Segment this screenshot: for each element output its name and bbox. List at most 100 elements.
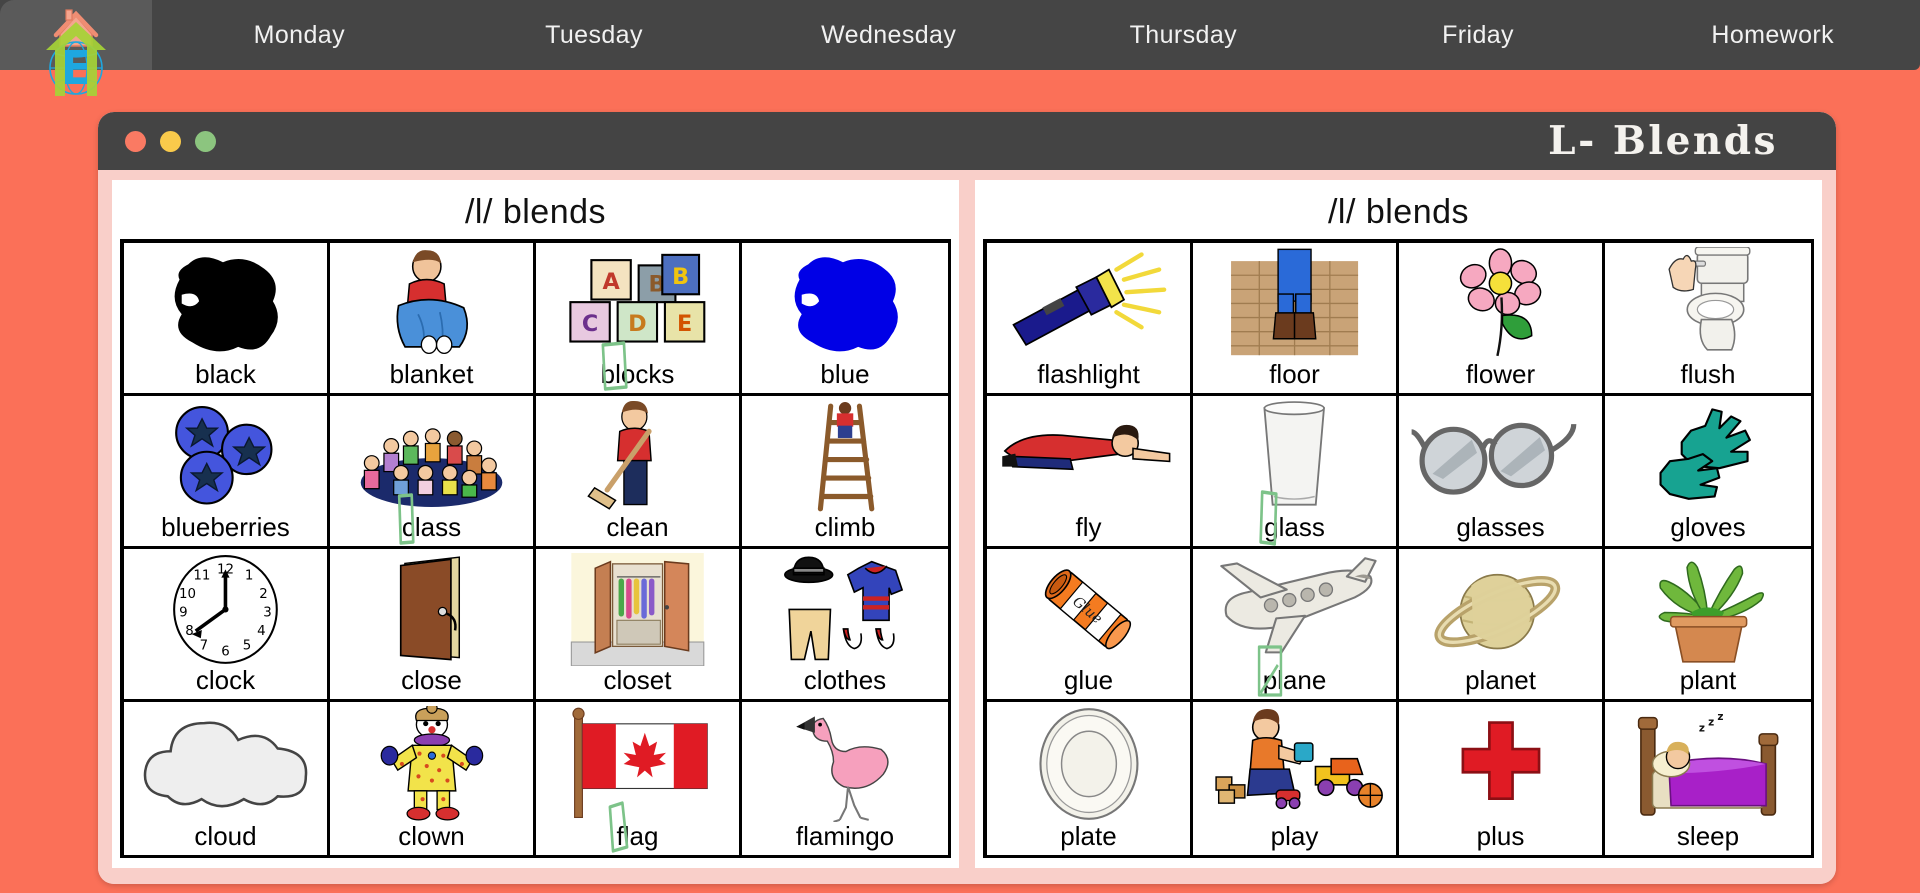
word-cell-blueberries[interactable]: blueberries (124, 396, 330, 549)
minimize-window-button[interactable] (160, 130, 181, 152)
abc-blocks-icon: A B B C D E (538, 247, 737, 360)
window-title-bar: L- Blends (98, 112, 1836, 170)
word-label: flush (1680, 358, 1736, 389)
svg-text:5: 5 (243, 638, 251, 653)
close-door-icon (332, 553, 531, 666)
word-label: fly (1075, 511, 1102, 542)
svg-text:8: 8 (185, 624, 193, 639)
word-cell-closet[interactable]: closet (536, 549, 742, 702)
word-cell-planet[interactable]: planet (1399, 549, 1605, 702)
closet-icon (538, 553, 737, 666)
word-label: climb (814, 511, 876, 542)
word-cell-flower[interactable]: flower (1399, 243, 1605, 396)
nav-item-friday[interactable]: Friday (1331, 21, 1626, 50)
planet-icon (1401, 553, 1600, 666)
word-cell-plus[interactable]: plus (1399, 702, 1605, 855)
svg-text:z: z (1708, 717, 1714, 729)
close-window-button[interactable] (125, 130, 146, 152)
word-label: cloud (194, 820, 257, 851)
gloves-icon (1607, 400, 1809, 513)
plus-sign-icon (1401, 706, 1600, 822)
word-cell-clock[interactable]: 1212 345 678 91011 (124, 549, 330, 702)
nav-item-thursday[interactable]: Thursday (1036, 21, 1331, 50)
word-cell-play[interactable]: play (1193, 702, 1399, 855)
fly-person-icon (989, 400, 1188, 513)
word-cell-clean[interactable]: clean (536, 396, 742, 549)
word-cell-climb[interactable]: climb (742, 396, 948, 549)
word-cell-sleep[interactable]: zzz sleep (1605, 702, 1811, 855)
svg-text:A: A (603, 269, 621, 295)
word-cell-close[interactable]: close (330, 549, 536, 702)
svg-text:9: 9 (179, 606, 187, 621)
clothes-icon (744, 553, 946, 666)
word-cell-plate[interactable]: plate (987, 702, 1193, 855)
word-cell-flush[interactable]: flush (1605, 243, 1811, 396)
word-cell-flamingo[interactable]: flamingo (742, 702, 948, 855)
word-label: floor (1269, 358, 1320, 389)
logo-panel (0, 0, 152, 70)
word-label: flamingo (795, 820, 895, 851)
word-cell-fly[interactable]: fly (987, 396, 1193, 549)
word-label: clean (606, 511, 669, 542)
floor-boots-icon (1195, 247, 1394, 360)
svg-text:1: 1 (245, 569, 253, 584)
word-label: gloves (1670, 511, 1746, 542)
climb-ladder-icon (744, 400, 946, 513)
plane-icon (1195, 553, 1394, 666)
word-label: class (401, 511, 462, 542)
word-cell-glue[interactable]: Glue glue (987, 549, 1193, 702)
blanket-boy-icon (332, 247, 531, 360)
flower-icon (1401, 247, 1600, 360)
nav-item-monday[interactable]: Monday (152, 21, 447, 50)
flashlight-icon (989, 247, 1188, 360)
word-cell-black[interactable]: black (124, 243, 330, 396)
canada-flag-icon (538, 706, 737, 822)
clock-icon: 1212 345 678 91011 (126, 553, 325, 666)
word-cell-blocks[interactable]: A B B C D E blocks (536, 243, 742, 396)
word-label: clock (195, 664, 256, 695)
word-label: plate (1060, 820, 1117, 851)
glasses-icon (1401, 400, 1600, 513)
word-cell-clown[interactable]: clown (330, 702, 536, 855)
blue-blob-icon (744, 247, 946, 360)
word-cell-glasses[interactable]: glasses (1399, 396, 1605, 549)
word-cell-flag[interactable]: flag (536, 702, 742, 855)
word-cell-cloud[interactable]: cloud (124, 702, 330, 855)
svg-text:z: z (1717, 711, 1723, 723)
nav-item-tuesday[interactable]: Tuesday (447, 21, 742, 50)
maximize-window-button[interactable] (195, 130, 216, 152)
black-blob-icon (126, 247, 325, 360)
word-cell-class[interactable]: class (330, 396, 536, 549)
word-cell-flashlight[interactable]: flashlight (987, 243, 1193, 396)
cloud-icon (126, 706, 325, 822)
svg-text:D: D (628, 311, 647, 337)
plate-icon (989, 706, 1188, 822)
word-cell-plane[interactable]: plane (1193, 549, 1399, 702)
right-page-title: /l/ blends (1327, 193, 1470, 231)
right-page: /l/ blends flashlight floor flower flush… (975, 180, 1822, 868)
left-page-title: /l/ blends (464, 193, 607, 231)
word-label: blanket (389, 358, 474, 389)
nav-item-wednesday[interactable]: Wednesday (741, 21, 1036, 50)
glue-stick-icon: Glue (989, 553, 1188, 666)
word-cell-floor[interactable]: floor (1193, 243, 1399, 396)
word-label: close (401, 664, 462, 695)
svg-text:C: C (582, 311, 598, 337)
word-label: closet (603, 664, 672, 695)
right-word-grid: flashlight floor flower flush fly glass … (983, 239, 1814, 858)
application-window: L- Blends /l/ blends black blanket A B B… (98, 112, 1836, 884)
word-label: play (1270, 820, 1319, 851)
nav-item-homework[interactable]: Homework (1625, 21, 1920, 50)
window-title: L- Blends (1548, 118, 1778, 164)
svg-text:3: 3 (263, 606, 271, 621)
word-cell-blue[interactable]: blue (742, 243, 948, 396)
word-cell-glass[interactable]: glass (1193, 396, 1399, 549)
clown-icon (332, 706, 531, 822)
word-label: plant (1679, 664, 1737, 695)
word-cell-gloves[interactable]: gloves (1605, 396, 1811, 549)
word-cell-clothes[interactable]: clothes (742, 549, 948, 702)
word-cell-blanket[interactable]: blanket (330, 243, 536, 396)
svg-text:z: z (1699, 722, 1705, 734)
word-cell-plant[interactable]: plant (1605, 549, 1811, 702)
word-label: plus (1476, 820, 1525, 851)
